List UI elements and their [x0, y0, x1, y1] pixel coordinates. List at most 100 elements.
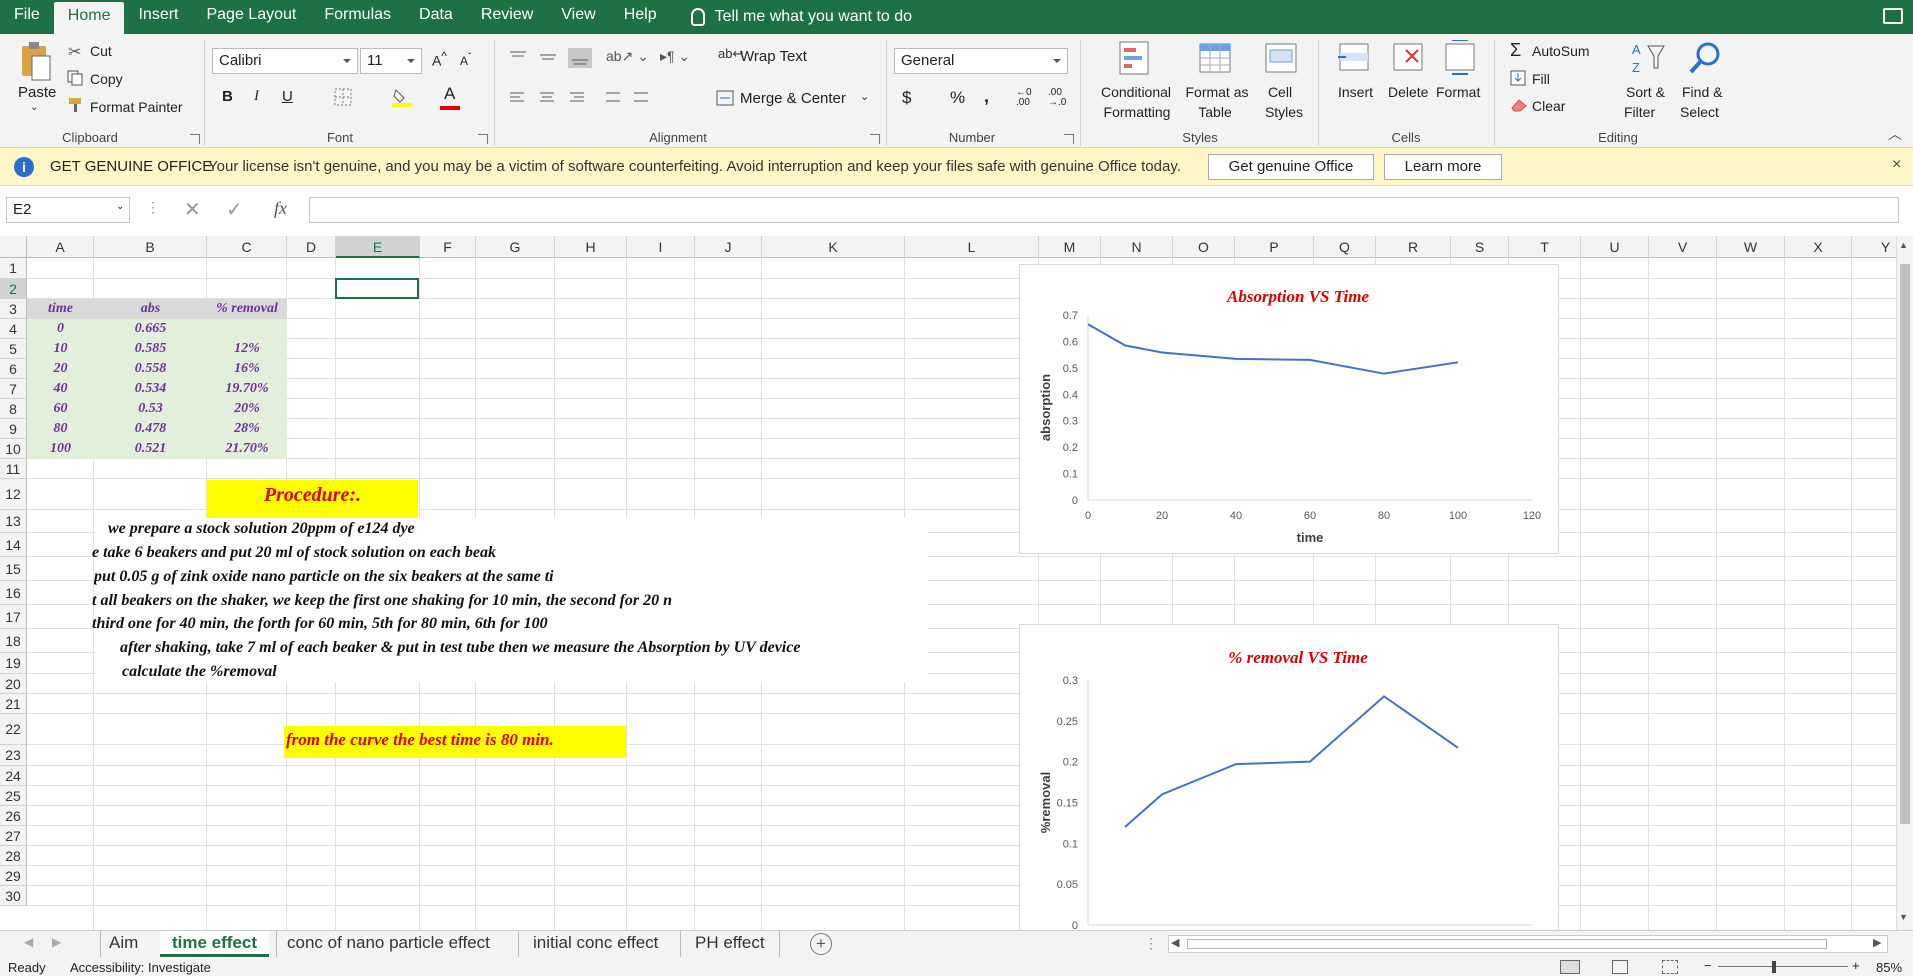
table-cell[interactable]: 0.534 — [94, 379, 207, 399]
column-header-n[interactable]: N — [1101, 236, 1173, 258]
column-header-u[interactable]: U — [1581, 236, 1649, 258]
scrollbar-thumb[interactable] — [1900, 264, 1910, 824]
sheet-tab-time-effect[interactable]: time effect — [160, 931, 270, 957]
find-select-button[interactable]: Find & — [1682, 84, 1722, 100]
cell-styles-icon[interactable] — [1264, 40, 1300, 78]
column-header-c[interactable]: C — [207, 236, 287, 258]
tab-insert[interactable]: Insert — [124, 0, 192, 34]
column-header-b[interactable]: B — [94, 236, 207, 258]
next-sheet-icon[interactable]: ▶ — [52, 935, 61, 949]
grow-font-icon[interactable]: A^ — [432, 50, 447, 69]
delete-button[interactable]: Delete — [1388, 84, 1428, 100]
tab-help[interactable]: Help — [610, 0, 671, 34]
table-cell[interactable]: % removal — [207, 299, 287, 319]
row-header-23[interactable]: 23 — [0, 745, 27, 766]
row-header-2[interactable]: 2 — [0, 279, 27, 299]
cut-button[interactable]: Cut — [90, 43, 112, 59]
column-header-a[interactable]: A — [27, 236, 94, 258]
column-header-o[interactable]: O — [1173, 236, 1235, 258]
column-header-e[interactable]: E — [336, 236, 420, 258]
zoom-level[interactable]: 85% — [1876, 960, 1902, 975]
row-header-3[interactable]: 3 — [0, 299, 27, 319]
copy-button[interactable]: Copy — [90, 71, 123, 87]
insert-button[interactable]: Insert — [1338, 84, 1373, 100]
cancel-icon[interactable]: ✕ — [184, 197, 201, 222]
format-cells-icon[interactable] — [1444, 40, 1478, 76]
shrink-font-icon[interactable]: Aˇ — [460, 52, 471, 68]
table-cell[interactable]: 80 — [27, 419, 94, 439]
tab-view[interactable]: View — [547, 0, 609, 34]
row-header-18[interactable]: 18 — [0, 629, 27, 653]
find-select-icon[interactable] — [1686, 40, 1722, 78]
column-header-i[interactable]: I — [627, 236, 695, 258]
column-header-p[interactable]: P — [1235, 236, 1314, 258]
name-box[interactable]: E2 — [6, 197, 130, 223]
alignment-launcher-icon[interactable] — [870, 134, 880, 144]
row-header-26[interactable]: 26 — [0, 806, 27, 826]
row-header-6[interactable]: 6 — [0, 359, 27, 379]
enter-icon[interactable]: ✓ — [226, 197, 243, 222]
column-header-s[interactable]: S — [1451, 236, 1509, 258]
row-header-11[interactable]: 11 — [0, 459, 27, 479]
column-header-r[interactable]: R — [1376, 236, 1451, 258]
number-launcher-icon[interactable] — [1064, 134, 1074, 144]
zoom-slider[interactable] — [1718, 966, 1848, 967]
comma-button[interactable]: , — [984, 86, 989, 107]
close-message-icon[interactable]: × — [1892, 156, 1901, 174]
row-header-22[interactable]: 22 — [0, 714, 27, 745]
insert-function-icon[interactable]: fx — [274, 198, 287, 219]
horizontal-align-icons[interactable] — [508, 90, 648, 106]
clear-button[interactable]: Clear — [1532, 98, 1565, 114]
table-cell[interactable]: 12% — [207, 339, 287, 359]
row-header-30[interactable]: 30 — [0, 886, 27, 906]
row-header-8[interactable]: 8 — [0, 399, 27, 419]
learn-more-button[interactable]: Learn more — [1384, 154, 1502, 180]
row-header-19[interactable]: 19 — [0, 653, 27, 674]
horizontal-scrollbar[interactable]: ◀ ▶ — [1168, 935, 1888, 953]
get-genuine-office-button[interactable]: Get genuine Office — [1208, 154, 1374, 180]
sheet-tab-initial-conc[interactable]: initial conc effect — [518, 931, 672, 957]
row-header-5[interactable]: 5 — [0, 339, 27, 359]
italic-button[interactable]: I — [254, 88, 259, 105]
table-cell[interactable]: 20% — [207, 399, 287, 419]
row-header-7[interactable]: 7 — [0, 379, 27, 399]
font-size-select[interactable]: 11 — [360, 48, 422, 74]
row-header-21[interactable]: 21 — [0, 694, 27, 714]
column-header-f[interactable]: F — [420, 236, 476, 258]
sort-filter-button[interactable]: Sort & — [1626, 84, 1665, 100]
fill-button[interactable]: Fill — [1532, 71, 1550, 87]
table-cell[interactable]: 28% — [207, 419, 287, 439]
add-sheet-icon[interactable]: + — [810, 933, 832, 955]
clipboard-launcher-icon[interactable] — [190, 134, 200, 144]
row-header-24[interactable]: 24 — [0, 766, 27, 786]
font-color-icon[interactable]: A — [444, 84, 455, 104]
column-header-q[interactable]: Q — [1314, 236, 1376, 258]
table-cell[interactable]: 0.478 — [94, 419, 207, 439]
bold-button[interactable]: B — [222, 88, 233, 105]
insert-cells-icon[interactable] — [1338, 40, 1372, 76]
column-header-x[interactable]: X — [1785, 236, 1852, 258]
tab-page-layout[interactable]: Page Layout — [192, 0, 310, 34]
row-header-9[interactable]: 9 — [0, 419, 27, 439]
sheet-tab-ph-effect[interactable]: PH effect — [680, 931, 780, 957]
table-cell[interactable]: 0.558 — [94, 359, 207, 379]
column-header-j[interactable]: J — [695, 236, 762, 258]
borders-icon[interactable] — [334, 88, 352, 106]
column-header-m[interactable]: M — [1039, 236, 1101, 258]
underline-button[interactable]: U — [282, 88, 293, 105]
chart-removal[interactable]: % removal VS Time 0 0.05 0.1 0.15 0.2 0.25 0.3%… — [1019, 624, 1559, 930]
column-header-g[interactable]: G — [476, 236, 555, 258]
vertical-align-icons[interactable] — [508, 48, 604, 68]
row-header-12[interactable]: 12 — [0, 479, 27, 510]
tab-formulas[interactable]: Formulas — [310, 0, 405, 34]
number-format-select[interactable]: General — [894, 48, 1068, 74]
accessibility-status[interactable]: Accessibility: Investigate — [70, 960, 211, 975]
table-cell[interactable] — [207, 319, 287, 339]
column-header-w[interactable]: W — [1717, 236, 1785, 258]
row-header-20[interactable]: 20 — [0, 674, 27, 694]
normal-view-icon[interactable] — [1560, 960, 1580, 974]
delete-cells-icon[interactable] — [1392, 40, 1426, 76]
vertical-scrollbar[interactable]: ▲ ▼ — [1896, 236, 1913, 930]
paste-button[interactable]: Paste — [18, 84, 56, 101]
table-cell[interactable]: abs — [94, 299, 207, 319]
